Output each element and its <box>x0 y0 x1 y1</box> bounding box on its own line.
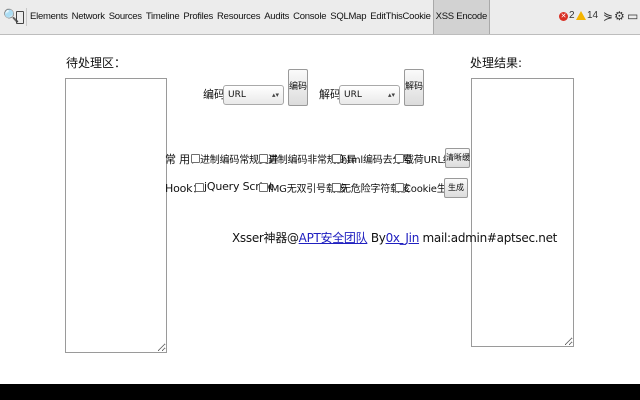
tab-timeline[interactable]: Timeline <box>144 0 182 34</box>
encode-button[interactable]: 编码 <box>288 69 308 106</box>
encode-select-value: URL <box>228 90 246 100</box>
checkbox-html-no-semicolon[interactable] <box>332 154 341 163</box>
tab-sources[interactable]: Sources <box>107 0 144 34</box>
input-textarea[interactable] <box>65 78 167 353</box>
toolbar-divider <box>26 8 27 26</box>
select-arrows-icon: ▴▾ <box>387 91 395 99</box>
tab-resources[interactable]: Resources <box>215 0 262 34</box>
bottom-edge <box>0 384 640 400</box>
settings-gear-icon[interactable]: ⚙ <box>614 9 625 23</box>
tab-editthiscookie[interactable]: EditThisCookie <box>368 0 432 34</box>
decode-type-select[interactable]: URL ▴▾ <box>339 85 400 105</box>
error-count[interactable]: 2 <box>569 10 575 21</box>
generate-button[interactable]: 生成 <box>444 178 468 198</box>
checkbox-hex-regular[interactable] <box>191 154 200 163</box>
tab-audits[interactable]: Audits <box>262 0 291 34</box>
credit-prefix: Xsser神器@ <box>232 231 299 245</box>
select-arrows-icon: ▴▾ <box>271 91 279 99</box>
team-link[interactable]: APT安全团队 <box>299 231 368 245</box>
devtools-toolbar: 🔍 Elements Network Sources Timeline Prof… <box>0 0 640 35</box>
decode-button[interactable]: 解码 <box>404 69 424 106</box>
credit-line: Xsser神器@APT安全团队 By0x_Jin mail:admin#apts… <box>232 229 557 246</box>
checkbox-payload-url[interactable] <box>395 154 404 163</box>
credit-by: By <box>367 231 386 245</box>
checkbox-hex-irregular[interactable] <box>259 154 268 163</box>
warning-count[interactable]: 14 <box>587 10 598 21</box>
tab-network[interactable]: Network <box>70 0 107 34</box>
output-textarea[interactable] <box>471 78 574 347</box>
checkbox-jquery-script[interactable] <box>195 183 204 192</box>
checkbox-img-no-quotes[interactable] <box>259 183 268 192</box>
console-drawer-icon[interactable]: ⋟ <box>603 9 613 23</box>
tab-sqlmap[interactable]: SQLMap <box>328 0 368 34</box>
tab-elements[interactable]: Elements <box>28 0 70 34</box>
tab-xss-encode[interactable]: XSS Encode <box>432 0 490 34</box>
output-area-label: 处理结果: <box>470 56 523 70</box>
tab-profiles[interactable]: Profiles <box>181 0 215 34</box>
decode-select-value: URL <box>344 90 362 100</box>
panel-tabs: Elements Network Sources Timeline Profil… <box>28 0 490 34</box>
device-mode-icon[interactable] <box>16 11 24 24</box>
credit-mail: mail:admin#aptsec.net <box>419 231 558 245</box>
checkbox-no-danger-chars[interactable] <box>332 183 341 192</box>
checkbox-cookie-gen[interactable] <box>395 183 404 192</box>
error-icon[interactable]: ✕ <box>559 12 568 21</box>
input-area-label: 待处理区： <box>66 56 127 70</box>
encode-type-select[interactable]: URL ▴▾ <box>223 85 284 105</box>
dock-side-icon[interactable]: ▭ <box>627 9 638 23</box>
tab-console[interactable]: Console <box>291 0 328 34</box>
clear-cache-button[interactable]: 清晰缓 <box>445 148 470 168</box>
author-link[interactable]: 0x_Jin <box>386 231 420 245</box>
warning-icon[interactable] <box>576 11 586 20</box>
